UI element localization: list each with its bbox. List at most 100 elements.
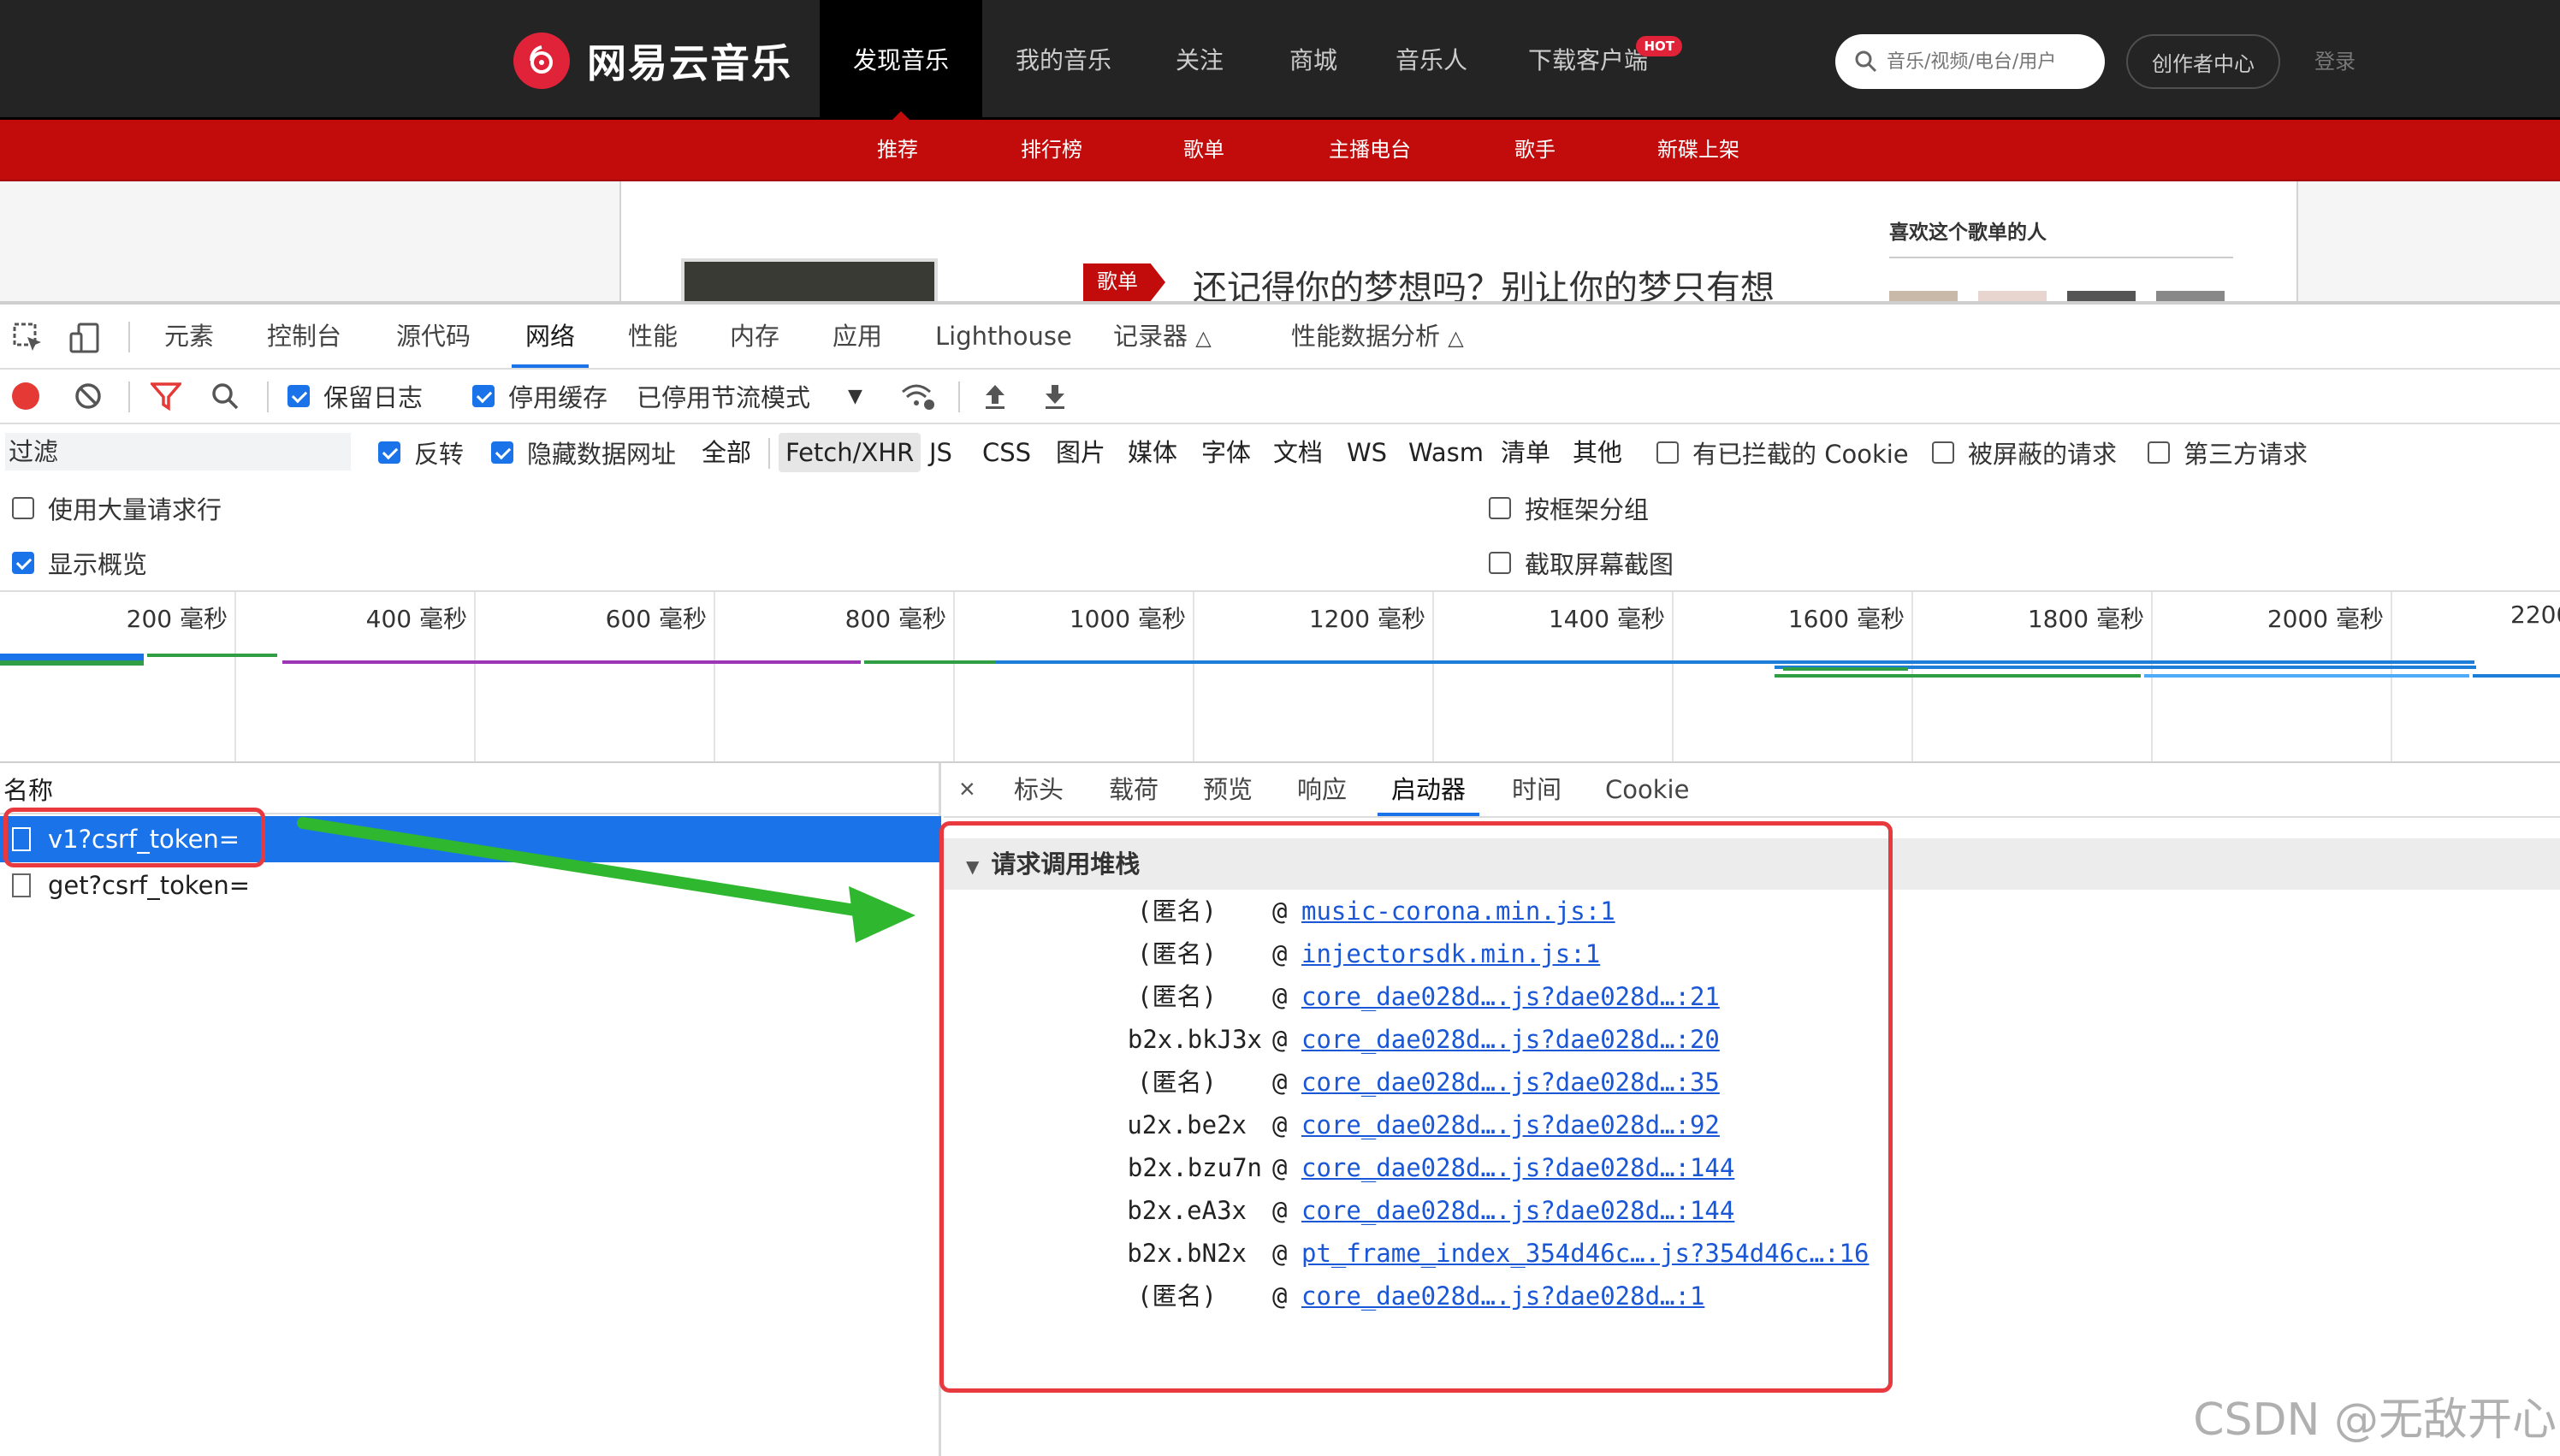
disable-cache-checkbox[interactable]: 停用缓存 [472,370,607,423]
subnav-playlists[interactable]: 歌单 [1183,120,1224,180]
network-overview-timeline[interactable]: 200 毫秒 400 毫秒 600 毫秒 800 毫秒 1000 毫秒 1200… [0,590,2560,763]
tab-application[interactable]: 应用 [833,305,882,368]
nav-download[interactable]: 下载客户端 HOT [1490,0,1686,118]
tab-memory[interactable]: 内存 [730,305,779,368]
playlist-tag: 歌单 [1083,263,1165,301]
subnav-artists[interactable]: 歌手 [1514,120,1556,180]
filter-type-js[interactable]: JS [929,424,952,481]
device-toolbar-icon[interactable] [68,322,101,354]
timeline-bar [864,660,996,664]
detail-tab-bar: × 标头 载荷 预览 响应 启动器 时间 Cookie [944,763,2560,818]
search-button[interactable] [210,370,240,423]
subnav-charts[interactable]: 排行榜 [1021,120,1082,180]
subnav-radio[interactable]: 主播电台 [1329,120,1411,180]
filter-type-font[interactable]: 字体 [1201,424,1251,481]
capture-screenshots-checkbox[interactable]: 截取屏幕截图 [1489,536,1674,590]
preserve-log-checkbox[interactable]: 保留日志 [287,370,423,423]
site-logo[interactable]: 网易云音乐 [513,33,792,89]
tab-performance[interactable]: 性能 [628,305,678,368]
timeline-bar [996,660,2474,664]
document-icon [12,873,31,897]
show-overview-checkbox[interactable]: 显示概览 [12,536,147,590]
export-har-button[interactable] [1042,370,1068,423]
tab-performance-insights-label: 性能数据分析 [1291,322,1441,351]
nav-follow[interactable]: 关注 [1145,0,1254,118]
filter-type-css[interactable]: CSS [982,424,1031,481]
login-link[interactable]: 登录 [2314,44,2356,74]
import-har-button[interactable] [982,370,1008,423]
separator [958,382,960,412]
fan-avatar[interactable] [1978,291,2047,301]
fan-avatar[interactable] [2067,291,2136,301]
site-search-input[interactable] [1887,50,2092,73]
filter-type-other[interactable]: 其他 [1573,424,1622,481]
nav-my-music[interactable]: 我的音乐 [982,0,1145,118]
blocked-requests-checkbox[interactable]: 被屏蔽的请求 [1932,424,2117,481]
blocked-cookies-checkbox[interactable]: 有已拦截的 Cookie [1656,424,1909,481]
name-column-header[interactable]: 名称 [0,763,941,814]
filter-type-media[interactable]: 媒体 [1128,424,1177,481]
checkbox-unchecked [1932,441,1954,464]
flask-icon: △ [1195,326,1212,350]
tab-initiator[interactable]: 启动器 [1377,763,1480,816]
subnav-new-albums[interactable]: 新碟上架 [1657,120,1739,180]
filter-input[interactable] [5,433,351,471]
filter-type-ws[interactable]: WS [1347,424,1387,481]
timeline-bar [282,660,861,664]
group-by-frame-checkbox[interactable]: 按框架分组 [1489,481,1649,536]
filter-type-all[interactable]: 全部 [702,424,751,481]
timeline-gridline [1911,592,1913,761]
throttling-label: 已停用节流模式 [637,383,811,412]
tab-console[interactable]: 控制台 [267,305,341,368]
tab-timing[interactable]: 时间 [1512,763,1561,816]
third-party-checkbox[interactable]: 第三方请求 [2148,424,2308,481]
inspect-element-icon[interactable] [12,322,44,354]
throttling-select[interactable]: 已停用节流模式 ▼ [637,370,862,423]
nav-store[interactable]: 商城 [1254,0,1372,118]
fan-avatar[interactable] [1889,291,1958,301]
tab-network[interactable]: 网络 [511,305,590,368]
devtools-tab-bar: 元素 控制台 源代码 网络 性能 内存 应用 Lighthouse 记录器 △ … [0,305,2560,370]
tab-recorder[interactable]: 记录器 △ [1113,305,1212,368]
tab-lighthouse[interactable]: Lighthouse [935,305,1072,368]
filter-type-manifest[interactable]: 清单 [1501,424,1550,481]
creator-center-button[interactable]: 创作者中心 [2126,34,2280,89]
filter-type-fetch-xhr[interactable]: Fetch/XHR [779,433,921,472]
request-row[interactable]: get?csrf_token= [0,862,941,909]
invert-checkbox[interactable]: 反转 [378,424,464,481]
tab-preview[interactable]: 预览 [1203,763,1253,816]
subnav-recommend[interactable]: 推荐 [877,120,918,180]
timeline-bar [2144,674,2469,678]
playlist-content: 歌单 还记得你的梦想吗？别让你的梦只有想 喜欢这个歌单的人 [619,181,2298,301]
tab-response[interactable]: 响应 [1297,763,1347,816]
filter-toggle-button[interactable] [151,370,181,423]
tab-headers[interactable]: 标头 [1014,763,1064,816]
tab-performance-insights[interactable]: 性能数据分析 △ [1291,305,1464,368]
tab-payload[interactable]: 载荷 [1109,763,1159,816]
tab-recorder-label: 记录器 [1113,322,1188,351]
record-icon [12,382,39,410]
filter-type-img[interactable]: 图片 [1056,424,1105,481]
timeline-label: 1000 毫秒 [1069,605,1186,633]
fan-avatar[interactable] [2156,291,2225,301]
tab-elements[interactable]: 元素 [164,305,214,368]
record-button[interactable] [12,370,39,423]
nav-discover[interactable]: 发现音乐 [820,0,982,121]
filter-type-doc[interactable]: 文档 [1273,424,1323,481]
filter-type-wasm[interactable]: Wasm [1408,424,1484,481]
clear-button[interactable] [74,370,103,423]
checkbox-checked [12,552,34,574]
tab-cookies[interactable]: Cookie [1605,763,1689,816]
big-request-rows-checkbox[interactable]: 使用大量请求行 [12,481,222,536]
network-conditions-button[interactable] [900,370,936,423]
hide-data-urls-checkbox[interactable]: 隐藏数据网址 [491,424,676,481]
blocked-cookies-label: 有已拦截的 Cookie [1692,440,1909,469]
search-icon [212,383,239,410]
tab-sources[interactable]: 源代码 [396,305,471,368]
timeline-label: 1800 毫秒 [2027,605,2144,633]
page-content: 歌单 还记得你的梦想吗？别让你的梦只有想 喜欢这个歌单的人 [0,181,2560,301]
site-search-box[interactable] [1835,34,2105,89]
logo-text: 网易云音乐 [587,40,792,86]
close-icon[interactable]: × [959,763,975,816]
nav-musician[interactable]: 音乐人 [1372,0,1490,118]
